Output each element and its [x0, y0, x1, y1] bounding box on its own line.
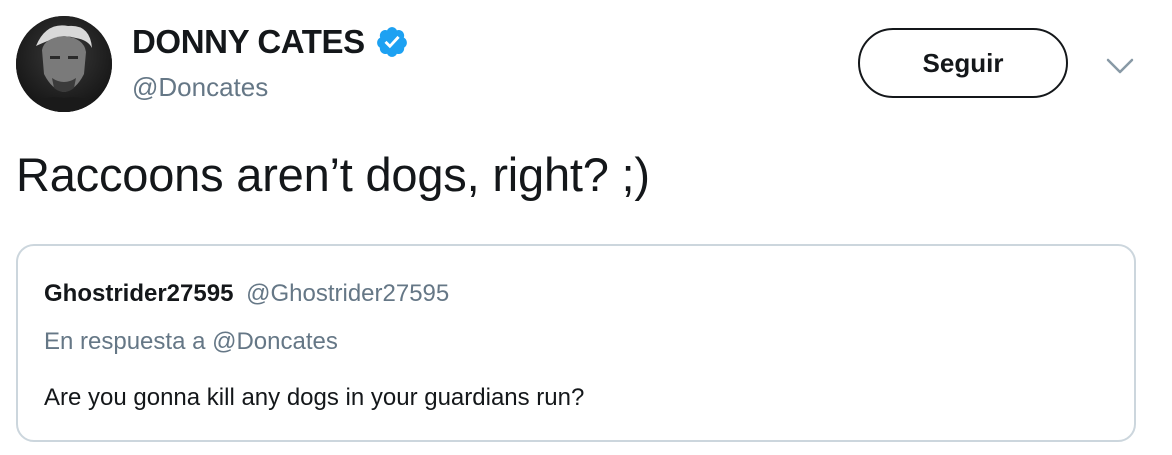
quoted-display-name: Ghostrider27595 [44, 280, 234, 307]
tweet: DONNY CATES @Doncates Seguir Raccoons ar… [0, 0, 1172, 455]
author-display-name[interactable]: DONNY CATES [132, 23, 365, 61]
quoted-tweet[interactable]: Ghostrider27595 @Ghostrider27595 En resp… [16, 244, 1136, 442]
author-avatar[interactable] [16, 16, 112, 112]
quoted-tweet-text: Are you gonna kill any dogs in your guar… [44, 384, 585, 411]
quoted-reply-context: En respuesta a @Doncates [44, 328, 338, 355]
quoted-handle: @Ghostrider27595 [246, 280, 450, 307]
quoted-tweet-header: Ghostrider27595 @Ghostrider27595 [44, 280, 449, 308]
author-handle[interactable]: @Doncates [132, 72, 409, 103]
tweet-text: Raccoons aren’t dogs, right? ;) [16, 148, 650, 201]
author-info: DONNY CATES @Doncates [132, 22, 409, 103]
verified-badge-icon [376, 27, 407, 57]
chevron-down-icon[interactable] [1104, 54, 1136, 78]
display-name-row: DONNY CATES [132, 22, 409, 62]
follow-button[interactable]: Seguir [858, 28, 1068, 98]
avatar-image [16, 16, 112, 112]
